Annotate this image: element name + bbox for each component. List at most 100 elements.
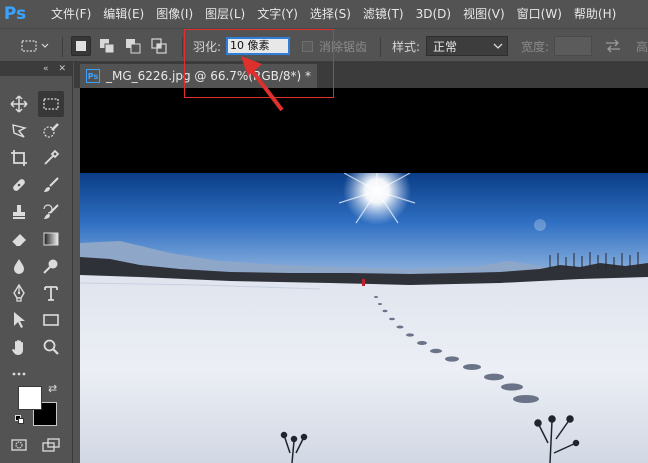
gradient-icon xyxy=(43,232,59,246)
menu-filter[interactable]: 滤镜(T) xyxy=(357,0,410,28)
hand-tool[interactable] xyxy=(6,334,32,360)
menu-bar: Ps 文件(F) 编辑(E) 图像(I) 图层(L) 文字(Y) 选择(S) 滤… xyxy=(0,0,648,28)
menu-window[interactable]: 窗口(W) xyxy=(511,0,568,28)
brush-tool[interactable] xyxy=(38,172,64,198)
eyedropper-tool[interactable] xyxy=(38,145,64,171)
rectangle-tool[interactable] xyxy=(38,307,64,333)
blur-tool[interactable] xyxy=(6,253,32,279)
rectangular-marquee-tool[interactable] xyxy=(38,91,64,117)
foreground-color-swatch[interactable] xyxy=(18,386,42,410)
tools-panel-header: « ✕ xyxy=(0,62,72,76)
history-brush-icon xyxy=(43,204,59,219)
options-bar: 羽化: 10 像素 消除锯齿 样式: 正常 宽度: 高 xyxy=(0,28,648,62)
menu-3d[interactable]: 3D(D) xyxy=(410,0,457,28)
history-brush-tool[interactable] xyxy=(38,199,64,225)
divider xyxy=(380,37,381,57)
stamp-icon xyxy=(13,205,25,219)
rectangle-icon xyxy=(43,314,59,326)
subtract-selection-icon xyxy=(126,39,141,54)
menu-image[interactable]: 图像(I) xyxy=(150,0,199,28)
screen-mode-icon xyxy=(42,438,60,452)
path-selection-tool[interactable] xyxy=(6,307,32,333)
chevron-down-icon xyxy=(493,43,503,49)
more-dots-icon xyxy=(12,372,26,376)
crop-icon xyxy=(11,150,27,166)
menu-edit[interactable]: 编辑(E) xyxy=(97,0,150,28)
photoshop-document-icon: Ps xyxy=(86,69,100,83)
document-canvas[interactable] xyxy=(80,88,648,463)
move-icon xyxy=(10,95,28,113)
arrow-cursor-icon xyxy=(14,312,25,328)
document-tab[interactable]: Ps _MG_6226.jpg @ 66.7%(RGB/8*) * xyxy=(80,64,318,88)
intersect-selection-icon xyxy=(151,38,167,54)
menu-type[interactable]: 文字(Y) xyxy=(251,0,304,28)
intersect-selection-button[interactable] xyxy=(149,36,169,56)
healing-brush-tool[interactable] xyxy=(6,172,32,198)
style-select-value: 正常 xyxy=(433,39,458,54)
main-menu: 文件(F) 编辑(E) 图像(I) 图层(L) 文字(Y) 选择(S) 滤镜(T… xyxy=(45,0,622,28)
zoom-tool[interactable] xyxy=(38,334,64,360)
style-label: 样式: xyxy=(392,39,421,54)
quick-selection-tool[interactable] xyxy=(38,118,64,144)
collapse-panel-icon[interactable]: « xyxy=(43,64,49,74)
swap-colors-icon[interactable]: ⇄ xyxy=(48,382,57,395)
bandage-icon xyxy=(13,179,25,191)
feather-input[interactable]: 10 像素 xyxy=(226,37,290,55)
menu-select[interactable]: 选择(S) xyxy=(304,0,357,28)
eraser-tool[interactable] xyxy=(6,226,32,252)
divider xyxy=(182,37,183,57)
menu-help[interactable]: 帮助(H) xyxy=(568,0,622,28)
new-selection-icon xyxy=(76,41,86,51)
photoshop-logo: Ps xyxy=(3,4,27,24)
document-tab-title: _MG_6226.jpg @ 66.7%(RGB/8*) * xyxy=(106,69,312,83)
height-label-partial: 高 xyxy=(636,39,648,54)
close-panel-icon[interactable]: ✕ xyxy=(58,64,66,74)
antialias-checkbox[interactable] xyxy=(302,40,313,52)
antialias-label: 消除锯齿 xyxy=(319,39,368,54)
quick-mask-button[interactable] xyxy=(6,432,32,458)
quick-selection-icon xyxy=(43,123,59,138)
clone-stamp-tool[interactable] xyxy=(6,199,32,225)
menu-layer[interactable]: 图层(L) xyxy=(199,0,251,28)
eyedropper-icon xyxy=(44,149,60,165)
gradient-tool[interactable] xyxy=(38,226,64,252)
hand-icon xyxy=(12,340,23,355)
water-drop-icon xyxy=(14,259,24,274)
brush-icon xyxy=(44,177,59,192)
subtract-from-selection-button[interactable] xyxy=(123,36,143,56)
add-to-selection-button[interactable] xyxy=(97,36,117,56)
document-tab-bar: Ps _MG_6226.jpg @ 66.7%(RGB/8*) * xyxy=(74,62,648,88)
marquee-icon xyxy=(43,98,59,110)
move-tool[interactable] xyxy=(6,91,32,117)
width-input[interactable] xyxy=(554,36,592,56)
magnifier-icon xyxy=(43,339,59,355)
tools-panel: « ✕ ⇄ xyxy=(0,62,73,463)
type-icon xyxy=(44,286,58,301)
eraser-icon xyxy=(11,234,26,247)
dodge-icon xyxy=(43,259,58,274)
type-tool[interactable] xyxy=(38,280,64,306)
feather-label: 羽化: xyxy=(193,39,222,54)
lasso-tool[interactable] xyxy=(6,118,32,144)
tool-preset-picker[interactable] xyxy=(20,29,50,63)
add-selection-icon xyxy=(100,39,115,54)
menu-view[interactable]: 视图(V) xyxy=(457,0,511,28)
crop-tool[interactable] xyxy=(6,145,32,171)
new-selection-button[interactable] xyxy=(71,36,91,56)
menu-file[interactable]: 文件(F) xyxy=(45,0,97,28)
quick-mask-icon xyxy=(11,439,27,451)
polygonal-lasso-icon xyxy=(12,124,28,138)
screen-mode-button[interactable] xyxy=(38,432,64,458)
divider xyxy=(62,37,63,57)
swap-arrows-icon xyxy=(606,39,620,53)
dodge-tool[interactable] xyxy=(38,253,64,279)
edit-toolbar-button[interactable] xyxy=(6,361,32,387)
default-colors-icon[interactable] xyxy=(15,415,25,425)
snow-landscape-photo xyxy=(80,173,648,463)
marquee-preset-icon xyxy=(21,40,49,52)
pen-tool[interactable] xyxy=(6,280,32,306)
style-select[interactable]: 正常 xyxy=(426,36,508,56)
width-label: 宽度: xyxy=(521,39,550,54)
swap-width-height-button[interactable] xyxy=(604,29,622,63)
pen-icon xyxy=(13,284,25,302)
